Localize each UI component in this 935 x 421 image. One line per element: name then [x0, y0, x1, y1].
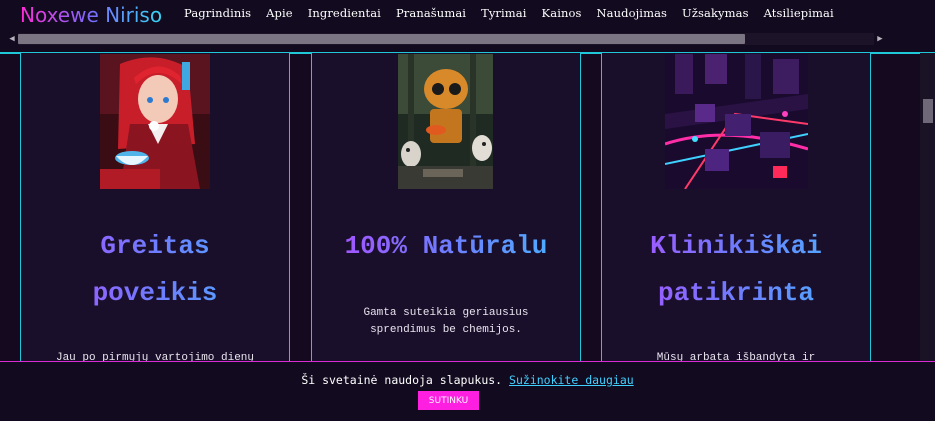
main-nav: Pagrindinis Apie Ingredientai Pranašumai…: [184, 6, 849, 20]
feature-card-fast-effect: Greitas poveikis Jau po pirmųjų vartojim…: [20, 53, 290, 363]
nav-item-ingredientai[interactable]: Ingredientai: [308, 6, 381, 20]
card-text-line1: Gamta suteikia geriausius: [363, 307, 529, 319]
card-title-line2: patikrinta: [602, 270, 870, 316]
nav-item-pagrindinis[interactable]: Pagrindinis: [184, 6, 251, 20]
robot-owls-image: [398, 54, 493, 189]
scroll-left-icon[interactable]: ◀: [6, 33, 18, 45]
nav-item-kainos[interactable]: Kainos: [542, 6, 582, 20]
card-text-line2: sprendimus be chemijos.: [370, 324, 522, 336]
nav-item-tyrimai[interactable]: Tyrimai: [481, 6, 526, 20]
neon-city-image: [665, 54, 808, 189]
card-title-line2: poveikis: [21, 270, 289, 316]
nav-item-uzsakymas[interactable]: Užsakymas: [682, 6, 749, 20]
card-title-line1: Greitas: [21, 223, 289, 269]
site-logo[interactable]: Noxewe Niriso: [20, 3, 162, 27]
page-vertical-scrollbar[interactable]: [920, 53, 935, 363]
nav-item-apie[interactable]: Apie: [266, 6, 293, 20]
card-title: 100% Natūralu: [312, 223, 580, 269]
cookie-message-row: Ši svetainė naudoja slapukus. Sužinokite…: [0, 373, 935, 387]
nav-item-pranasumai[interactable]: Pranašumai: [396, 6, 466, 20]
cookie-accept-button[interactable]: SUTINKU: [418, 391, 479, 410]
cookie-message: Ši svetainė naudoja slapukus.: [301, 373, 503, 387]
scroll-right-icon[interactable]: ▶: [874, 33, 886, 45]
cookie-learn-more-link[interactable]: Sužinokite daugiau: [509, 373, 634, 387]
card-title-line1: Klinikiškai: [602, 223, 870, 269]
vertical-scrollbar-thumb[interactable]: [923, 99, 933, 123]
site-header: Noxewe Niriso Pagrindinis Apie Ingredien…: [0, 0, 935, 54]
scrollbar-thumb[interactable]: [18, 34, 745, 44]
nav-item-atsiliepimai[interactable]: Atsiliepimai: [764, 6, 834, 20]
feature-card-clinically-tested: Klinikiškai patikrinta Mūsų arbata išban…: [601, 53, 871, 363]
feature-card-natural: 100% Natūralu Gamta suteikia geriausius …: [311, 53, 581, 363]
nav-item-naudojimas[interactable]: Naudojimas: [597, 6, 668, 20]
anime-girl-tea-image: [100, 54, 210, 189]
cookie-banner: Ši svetainė naudoja slapukus. Sužinokite…: [0, 361, 935, 421]
nav-horizontal-scrollbar[interactable]: ◀ ▶: [6, 33, 886, 45]
